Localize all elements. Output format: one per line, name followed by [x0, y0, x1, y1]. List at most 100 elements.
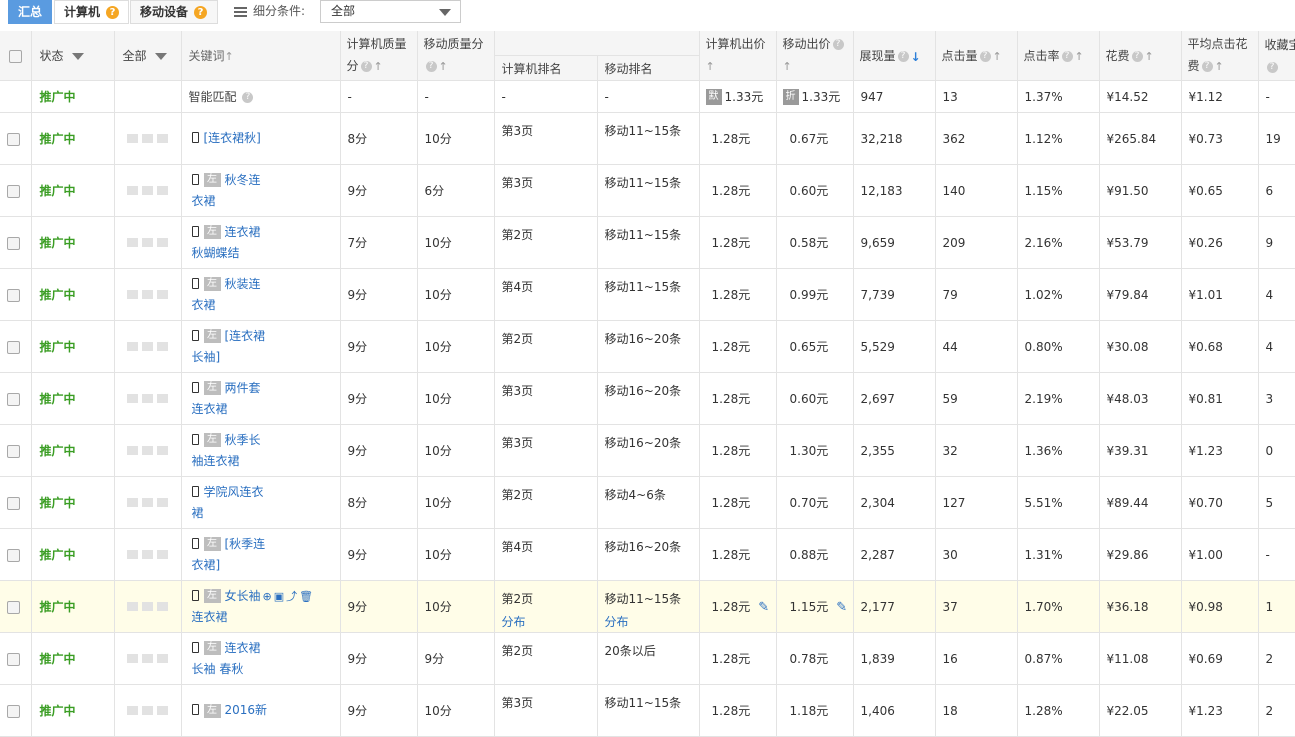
header-impressions[interactable]: 展现量?↓	[853, 31, 935, 81]
header-status[interactable]: 状态	[31, 31, 114, 81]
mobile-bid-cell[interactable]: 0.88元	[776, 529, 853, 581]
header-mobile-quality[interactable]: 移动质量分?↑	[417, 31, 494, 81]
mobile-bid-cell[interactable]: 1.15元✎	[776, 581, 853, 633]
pc-bid-cell[interactable]: 1.28元	[699, 373, 776, 425]
pc-bid-cell[interactable]: 1.28元	[699, 425, 776, 477]
keyword-text[interactable]: 秋冬连	[225, 173, 261, 187]
select-all-checkbox[interactable]	[9, 50, 22, 63]
keyword-text[interactable]: 连衣裙	[225, 225, 261, 239]
tab-mobile[interactable]: 移动设备?	[130, 0, 218, 24]
keyword-text[interactable]: 秋装连	[225, 277, 261, 291]
mobile-bid-cell[interactable]: 0.67元	[776, 113, 853, 165]
mobile-bid-cell[interactable]: 0.65元	[776, 321, 853, 373]
help-icon[interactable]: ?	[426, 61, 437, 72]
keyword-text-2[interactable]: 裙	[192, 506, 204, 520]
mobile-bid-cell[interactable]: 0.70元	[776, 477, 853, 529]
mobile-preview-icon[interactable]: ▣	[274, 590, 284, 603]
row-checkbox[interactable]	[7, 185, 20, 198]
header-avg-cpc[interactable]: 平均点击花费?↑	[1181, 31, 1258, 81]
delete-icon[interactable]: 🗑	[299, 590, 313, 603]
pc-bid-cell[interactable]: 1.28元✎	[699, 581, 776, 633]
keyword-text-2[interactable]: 秋蝴蝶结	[192, 246, 240, 260]
mobile-bid-cell[interactable]: 0.60元	[776, 373, 853, 425]
row-checkbox[interactable]	[7, 549, 20, 562]
edit-pencil-icon[interactable]: ✎	[758, 600, 769, 615]
help-icon[interactable]: ?	[1202, 61, 1213, 72]
keyword-link[interactable]: 左连衣裙长袖 春秋	[192, 638, 340, 680]
help-icon[interactable]: ?	[106, 6, 119, 19]
row-checkbox[interactable]	[7, 237, 20, 250]
mobile-bid-cell[interactable]: 0.99元	[776, 269, 853, 321]
keyword-link[interactable]: 学院风连衣裙	[192, 482, 340, 524]
pc-bid-cell[interactable]: 1.28元	[699, 633, 776, 685]
header-pc-quality[interactable]: 计算机质量分?↑	[340, 31, 417, 81]
mobile-bid-cell[interactable]: 0.60元	[776, 165, 853, 217]
help-icon[interactable]: ?	[833, 39, 844, 50]
keyword-text[interactable]: [连衣裙秋]	[204, 131, 261, 145]
pc-bid-cell[interactable]: 1.28元	[699, 477, 776, 529]
header-clicks[interactable]: 点击量?↑	[935, 31, 1017, 81]
keyword-text-2[interactable]: 袖连衣裙	[192, 454, 240, 468]
edit-pencil-icon[interactable]: ✎	[836, 600, 847, 615]
keyword-link[interactable]: 左[秋季连衣裙]	[192, 534, 340, 576]
mobile-bid-cell[interactable]: 0.78元	[776, 633, 853, 685]
header-all[interactable]: 全部	[114, 31, 181, 81]
globe-icon[interactable]: ⊕	[263, 590, 272, 603]
header-mobile-bid[interactable]: 移动出价?↑	[776, 31, 853, 81]
mobile-bid-cell[interactable]: 1.18元	[776, 685, 853, 737]
row-checkbox[interactable]	[7, 445, 20, 458]
row-checkbox[interactable]	[7, 393, 20, 406]
keyword-link[interactable]: 左秋装连衣裙	[192, 274, 340, 316]
keyword-link[interactable]: 左秋冬连衣裙	[192, 170, 340, 212]
keyword-text[interactable]: 两件套	[225, 381, 261, 395]
header-ctr[interactable]: 点击率?↑	[1017, 31, 1099, 81]
help-icon[interactable]: ?	[980, 51, 991, 62]
keyword-text-2[interactable]: 衣裙]	[192, 558, 221, 572]
keyword-text-2[interactable]: 连衣裙	[192, 402, 228, 416]
help-icon[interactable]: ?	[1062, 51, 1073, 62]
pc-bid-cell[interactable]: 1.28元	[699, 113, 776, 165]
keyword-text[interactable]: 2016新	[225, 703, 268, 717]
row-checkbox[interactable]	[7, 341, 20, 354]
tab-computer[interactable]: 计算机?	[54, 0, 129, 24]
keyword-link[interactable]: 左两件套连衣裙	[192, 378, 340, 420]
pc-bid-cell[interactable]: 1.28元	[699, 269, 776, 321]
keyword-text[interactable]: 学院风连衣	[204, 485, 264, 499]
pc-bid-cell[interactable]: 1.28元	[699, 529, 776, 581]
keyword-text-2[interactable]: 长袖 春秋	[192, 662, 244, 676]
pc-rank-distribution-link[interactable]: 分布	[502, 613, 597, 630]
help-icon[interactable]: ?	[194, 6, 207, 19]
keyword-text-2[interactable]: 衣裙	[192, 194, 216, 208]
row-checkbox[interactable]	[7, 133, 20, 146]
keyword-text[interactable]: 智能匹配	[189, 90, 237, 104]
row-checkbox[interactable]	[7, 289, 20, 302]
header-mobile-rank[interactable]: 移动排名	[597, 56, 699, 81]
keyword-text[interactable]: 女长袖	[225, 589, 261, 603]
help-icon[interactable]: ?	[1267, 62, 1278, 73]
keyword-link[interactable]: [连衣裙秋]	[192, 128, 340, 149]
keyword-text-2[interactable]: 衣裙	[192, 298, 216, 312]
mobile-bid-cell[interactable]: 0.58元	[776, 217, 853, 269]
pc-bid-cell[interactable]: 1.28元	[699, 217, 776, 269]
header-pc-bid[interactable]: 计算机出价↑	[699, 31, 776, 81]
help-icon[interactable]: ?	[1132, 51, 1143, 62]
keyword-text-2[interactable]: 长袖]	[192, 350, 221, 364]
trend-chart-icon[interactable]: ⤴	[286, 590, 297, 603]
keyword-link[interactable]: 左[连衣裙长袖]	[192, 326, 340, 368]
pc-bid-cell[interactable]: 1.28元	[699, 685, 776, 737]
row-checkbox[interactable]	[7, 601, 20, 614]
keyword-link[interactable]: 左连衣裙秋蝴蝶结	[192, 222, 340, 264]
keyword-link[interactable]: 左秋季长袖连衣裙	[192, 430, 340, 472]
keyword-text[interactable]: 秋季长	[225, 433, 261, 447]
help-icon[interactable]: ?	[361, 61, 372, 72]
pc-bid-cell[interactable]: 1.28元	[699, 321, 776, 373]
header-cost[interactable]: 花费?↑	[1099, 31, 1181, 81]
header-keyword[interactable]: 关键词↑	[181, 31, 340, 81]
tab-summary[interactable]: 汇总	[8, 0, 52, 24]
keyword-link[interactable]: 左2016新	[192, 700, 340, 721]
keyword-text[interactable]: 连衣裙	[225, 641, 261, 655]
filter-select[interactable]: 全部	[320, 0, 461, 23]
keyword-text[interactable]: [连衣裙	[225, 329, 266, 343]
header-pc-rank[interactable]: 计算机排名	[494, 56, 597, 81]
help-icon[interactable]: ?	[242, 92, 253, 103]
